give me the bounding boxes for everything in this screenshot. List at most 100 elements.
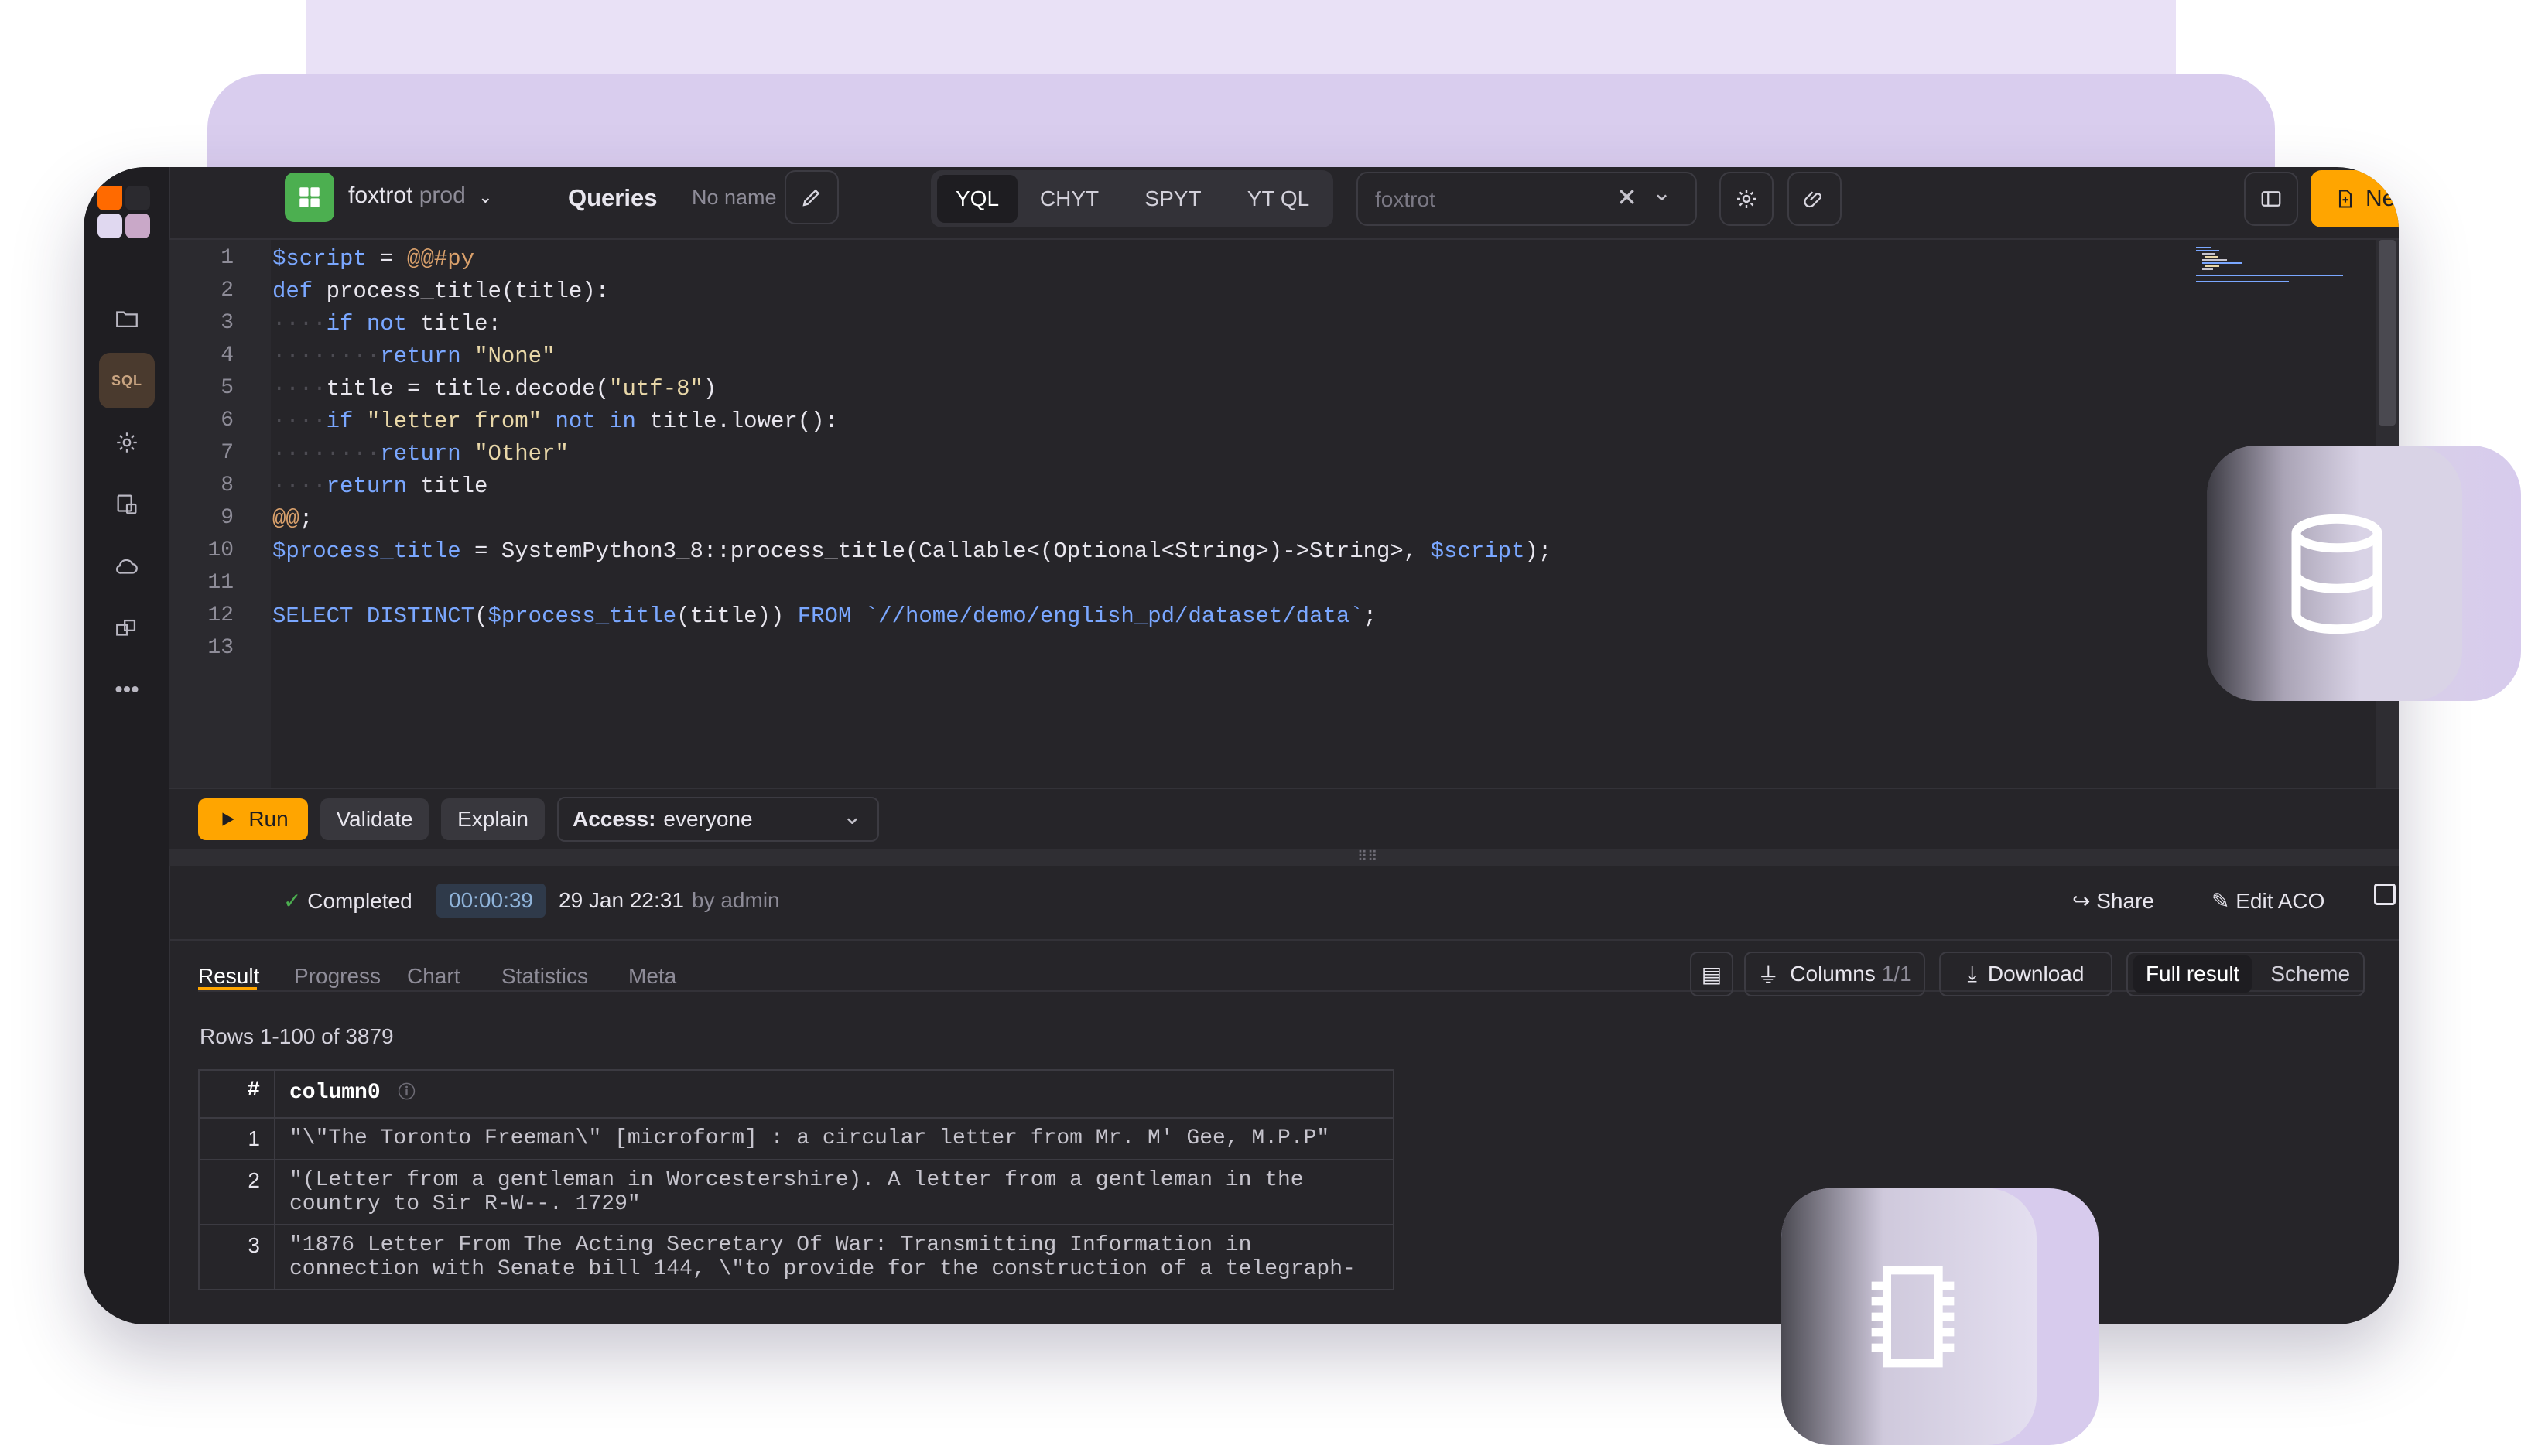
download-label: Download [1987, 962, 2085, 986]
info-icon[interactable]: ⓘ [398, 1084, 415, 1103]
edit-aco-button[interactable]: ✎ Edit ACO [2211, 888, 2324, 914]
columns-button[interactable]: ⏚ Columns 1/1 [1744, 952, 1925, 996]
run-button[interactable]: Run [198, 798, 308, 840]
tasks-icon [117, 494, 137, 514]
code-area[interactable]: $script = @@#py def process_title(title):… [272, 240, 2374, 788]
clear-icon[interactable]: ✕ [1616, 183, 1637, 212]
packages-icon [116, 619, 136, 636]
database-card [2207, 446, 2521, 701]
results-table: # column0 ⓘ 1 "\"The Toronto Freeman\" [… [198, 1069, 1394, 1290]
table-header-row: # column0 ⓘ [198, 1069, 1394, 1119]
column-header-column0[interactable]: column0 ⓘ [274, 1069, 1394, 1119]
status-completed: ✓ Completed [283, 888, 412, 914]
explain-button[interactable]: Explain [441, 798, 545, 840]
sidebar-item-packages[interactable] [99, 600, 155, 656]
pencil-icon [802, 189, 820, 207]
sidebar-item-more[interactable]: ••• [99, 662, 155, 718]
toggle-panel-button[interactable] [2244, 172, 2298, 226]
line-number: 6 [221, 408, 234, 432]
tab-progress[interactable]: Progress [294, 964, 381, 989]
columns-label: Columns [1790, 962, 1876, 986]
pencil-icon: ✎ [2211, 889, 2230, 913]
tab-result[interactable]: Result [198, 964, 259, 989]
tab-meta[interactable]: Meta [628, 964, 676, 989]
line-number: 7 [221, 441, 234, 465]
table-row[interactable]: 3 "1876 Letter From The Acting Secretary… [198, 1224, 1394, 1290]
rename-button[interactable] [785, 170, 839, 224]
share-icon: ↪ [2072, 889, 2091, 913]
duration-badge: 00:00:39 [436, 884, 546, 918]
table-row[interactable]: 1 "\"The Toronto Freeman\" [microform] :… [198, 1117, 1394, 1160]
cluster-env: prod [419, 183, 466, 208]
line-number: 11 [207, 571, 234, 595]
cluster-select[interactable]: foxtrot ✕ ⌄ [1356, 172, 1697, 226]
row-number: 1 [198, 1117, 275, 1160]
maximize-button[interactable] [2374, 884, 2396, 911]
row-value: "1876 Letter From The Acting Secretary O… [274, 1224, 1394, 1290]
code-line: ····title = title.decode("utf-8") [272, 376, 717, 402]
query-name[interactable]: No name [692, 186, 777, 210]
view-toggle-button[interactable]: ▤ [1690, 952, 1733, 996]
chevron-down-icon: ⌄ [478, 187, 493, 207]
table-row[interactable]: 2 "(Letter from a gentleman in Worcester… [198, 1159, 1394, 1225]
engine-selector: YQL CHYT SPYT YT QL [931, 170, 1333, 227]
download-icon: ⤓ [1967, 961, 1977, 986]
active-tab-indicator [198, 987, 257, 990]
attach-button[interactable] [1787, 172, 1842, 226]
cloud-icon [116, 559, 138, 574]
cluster-icon [285, 173, 334, 222]
share-button[interactable]: ↪ Share [2072, 888, 2154, 914]
access-label: Access: [573, 807, 656, 831]
play-icon [222, 812, 234, 826]
scheme-tab[interactable]: Scheme [2263, 955, 2358, 993]
settings-button[interactable] [1719, 172, 1774, 226]
edit-aco-label: Edit ACO [2235, 889, 2325, 913]
engine-tab-chyt[interactable]: CHYT [1027, 175, 1112, 223]
access-select[interactable]: Access: everyone ⌄ [557, 797, 879, 842]
engine-tab-spyt[interactable]: SPYT [1131, 175, 1216, 223]
status-text: Completed [307, 889, 412, 913]
maximize-icon [2374, 884, 2396, 905]
code-line: def process_title(title): [272, 279, 610, 304]
layout-icon: ▤ [1701, 962, 1722, 986]
sidebar-item-operations[interactable] [99, 415, 155, 470]
line-number: 3 [221, 311, 234, 335]
cluster-switcher[interactable]: foxtrot prod ⌄ [348, 183, 493, 209]
sidebar-item-cloud[interactable] [99, 538, 155, 594]
new-file-icon [2338, 190, 2352, 208]
chip-card [1781, 1188, 2099, 1445]
access-value: everyone [663, 807, 753, 831]
gear-icon [1737, 190, 1756, 208]
engine-tab-yql[interactable]: YQL [937, 175, 1018, 223]
app-logo [97, 186, 156, 244]
app-window: SQL ••• foxtrot prod ⌄ Queries No name Y… [84, 167, 2399, 1324]
sidebar-item-sql[interactable]: SQL [99, 353, 155, 408]
page-title: Queries [568, 184, 658, 211]
top-bar: foxtrot prod ⌄ Queries No name YQL CHYT … [169, 167, 2399, 240]
download-button[interactable]: ⤓ Download [1939, 952, 2112, 996]
new-query-button[interactable]: New [2311, 170, 2399, 227]
sidebar-item-navigation[interactable] [99, 291, 155, 347]
validate-button[interactable]: Validate [320, 798, 429, 840]
more-icon: ••• [115, 677, 139, 702]
sql-icon: SQL [111, 372, 142, 388]
run-label: Run [248, 807, 289, 831]
share-label: Share [2096, 889, 2154, 913]
line-number: 13 [207, 636, 234, 660]
engine-tab-ytql[interactable]: YT QL [1231, 175, 1325, 223]
tab-chart[interactable]: Chart [407, 964, 460, 989]
chip-icon [1871, 1266, 1955, 1368]
rows-info: Rows 1-100 of 3879 [200, 1024, 394, 1048]
check-circle-icon: ✓ [283, 889, 302, 913]
tab-statistics[interactable]: Statistics [501, 964, 588, 989]
sidebar-item-tasks[interactable] [99, 477, 155, 532]
line-number: 5 [221, 376, 234, 400]
minimap[interactable] [2196, 244, 2343, 285]
chevron-down-icon[interactable]: ⌄ [1652, 179, 1671, 207]
full-result-tab[interactable]: Full result [2133, 955, 2252, 993]
panel-resize-handle[interactable]: ⠿⠿ [169, 849, 2399, 866]
query-status-line: ✓ Completed 00:00:39 29 Jan 22:31 by adm… [169, 866, 2399, 941]
code-editor[interactable]: 1 2 3 4 5 6 7 8 9 10 11 12 13 $script = @@#py def pro… [169, 240, 2374, 788]
status-date: 29 Jan 22:31 [559, 888, 684, 912]
status-author: by admin [692, 888, 780, 912]
